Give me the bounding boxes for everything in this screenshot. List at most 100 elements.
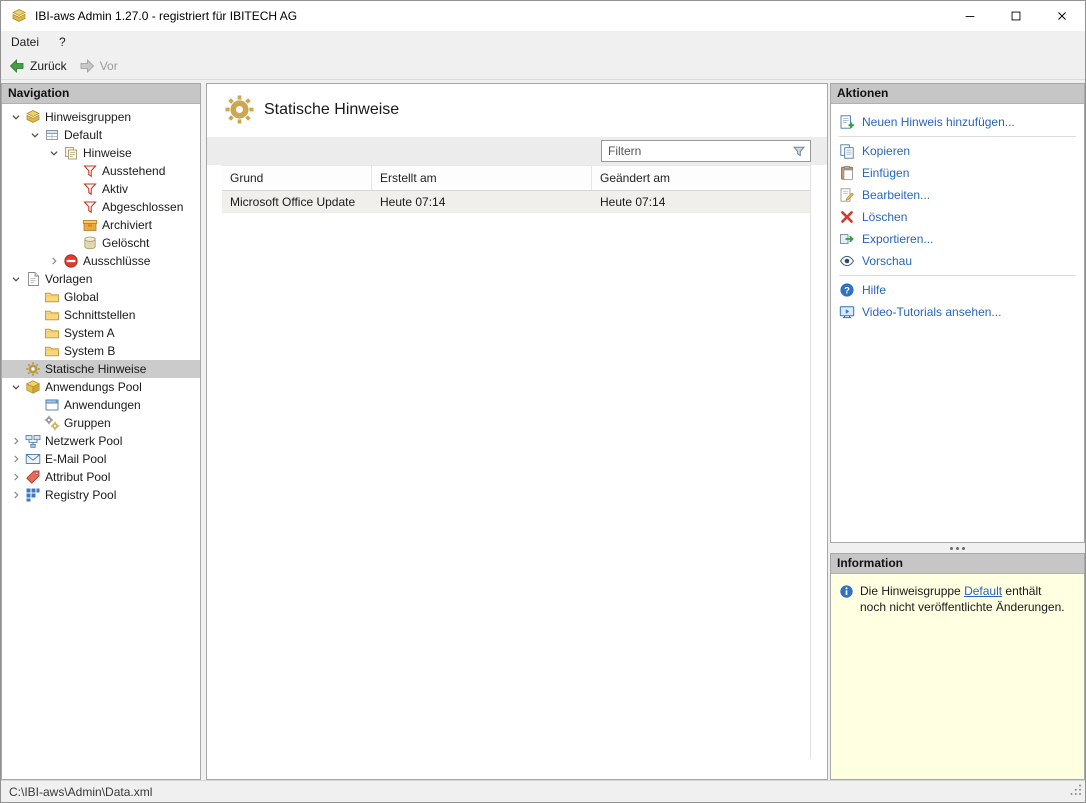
tree-item-label: Hinweise bbox=[83, 146, 132, 160]
filter-input[interactable] bbox=[602, 144, 791, 158]
tree-indent-spacer bbox=[27, 397, 43, 413]
tree-indent-spacer bbox=[27, 289, 43, 305]
tree-item-abgeschlossen[interactable]: Abgeschlossen bbox=[2, 198, 200, 216]
tree-item-ausschluesse[interactable]: Ausschlüsse bbox=[2, 252, 200, 270]
tree-item-label: Netzwerk Pool bbox=[45, 434, 122, 448]
tree-item-system-b[interactable]: System B bbox=[2, 342, 200, 360]
navigation-panel: Navigation Hinweisgruppen Default Hinwei… bbox=[1, 83, 201, 780]
hints-table: Grund Erstellt am Geändert am Microsoft … bbox=[222, 165, 811, 759]
chevron-down-icon[interactable] bbox=[8, 109, 24, 125]
chevron-down-icon[interactable] bbox=[27, 127, 43, 143]
information-message: Die Hinweisgruppe Default enthält noch n… bbox=[860, 583, 1066, 615]
action-export[interactable]: Exportieren... bbox=[831, 228, 1084, 250]
action-help[interactable]: Hilfe bbox=[831, 279, 1084, 301]
chevron-down-icon[interactable] bbox=[8, 271, 24, 287]
minimize-button[interactable] bbox=[947, 1, 993, 31]
export-icon bbox=[839, 231, 855, 247]
tree-item-label: Vorlagen bbox=[45, 272, 92, 286]
column-header-erstellt-am[interactable]: Erstellt am bbox=[372, 166, 592, 190]
action-label: Hilfe bbox=[862, 283, 886, 297]
action-label: Bearbeiten... bbox=[862, 188, 930, 202]
action-delete[interactable]: Löschen bbox=[831, 206, 1084, 228]
filter-box bbox=[601, 140, 811, 162]
tree-item-archiviert[interactable]: Archiviert bbox=[2, 216, 200, 234]
chevron-right-icon[interactable] bbox=[8, 469, 24, 485]
tree-item-label: Gelöscht bbox=[102, 236, 149, 250]
action-label: Exportieren... bbox=[862, 232, 933, 246]
tree-item-vorlagen[interactable]: Vorlagen bbox=[2, 270, 200, 288]
tree-item-label: Ausstehend bbox=[102, 164, 165, 178]
folder-icon bbox=[44, 325, 60, 341]
chevron-right-icon[interactable] bbox=[8, 433, 24, 449]
chevron-right-icon[interactable] bbox=[8, 487, 24, 503]
tree-item-label: Default bbox=[64, 128, 102, 142]
package-icon bbox=[25, 379, 41, 395]
main-panel: Statische Hinweise Grund Erstellt am Geä… bbox=[206, 83, 828, 780]
tree-item-netzwerk-pool[interactable]: Netzwerk Pool bbox=[2, 432, 200, 450]
tree-item-label: Anwendungs Pool bbox=[45, 380, 142, 394]
column-header-grund[interactable]: Grund bbox=[222, 166, 372, 190]
table-row[interactable]: Microsoft Office Update Heute 07:14 Heut… bbox=[222, 191, 810, 213]
panel-splitter-handle[interactable] bbox=[830, 543, 1085, 553]
action-copy[interactable]: Kopieren bbox=[831, 140, 1084, 162]
folder-icon bbox=[44, 343, 60, 359]
chevron-down-icon[interactable] bbox=[46, 145, 62, 161]
action-add-hint[interactable]: Neuen Hinweis hinzufügen... bbox=[831, 111, 1084, 133]
tree-indent-spacer bbox=[65, 235, 81, 251]
gears-icon bbox=[44, 415, 60, 431]
eye-icon bbox=[839, 253, 855, 269]
forward-arrow-icon bbox=[79, 58, 95, 74]
video-icon bbox=[839, 304, 855, 320]
notes-stack-icon bbox=[25, 109, 41, 125]
folder-icon bbox=[44, 289, 60, 305]
information-panel: Information Die Hinweisgruppe Default en… bbox=[830, 553, 1085, 780]
tree-item-aktiv[interactable]: Aktiv bbox=[2, 180, 200, 198]
chevron-right-icon[interactable] bbox=[8, 451, 24, 467]
filter-funnel-icon bbox=[82, 199, 98, 215]
tree-item-ausstehend[interactable]: Ausstehend bbox=[2, 162, 200, 180]
forward-button[interactable]: Vor bbox=[79, 58, 118, 74]
tree-item-gruppen[interactable]: Gruppen bbox=[2, 414, 200, 432]
menu-item-help[interactable]: ? bbox=[49, 31, 76, 53]
tree-item-email-pool[interactable]: E-Mail Pool bbox=[2, 450, 200, 468]
action-label: Vorschau bbox=[862, 254, 912, 268]
delete-x-icon bbox=[839, 209, 855, 225]
tree-item-global[interactable]: Global bbox=[2, 288, 200, 306]
notes-icon bbox=[63, 145, 79, 161]
back-button[interactable]: Zurück bbox=[9, 58, 67, 74]
resize-grip[interactable] bbox=[1069, 783, 1082, 799]
tree-item-hinweise[interactable]: Hinweise bbox=[2, 144, 200, 162]
tree-item-label: Schnittstellen bbox=[64, 308, 135, 322]
mail-icon bbox=[25, 451, 41, 467]
action-label: Video-Tutorials ansehen... bbox=[862, 305, 1001, 319]
tree-item-geloescht[interactable]: Gelöscht bbox=[2, 234, 200, 252]
chevron-down-icon[interactable] bbox=[8, 379, 24, 395]
chevron-right-icon[interactable] bbox=[46, 253, 62, 269]
action-paste[interactable]: Einfügen bbox=[831, 162, 1084, 184]
tree-item-default[interactable]: Default bbox=[2, 126, 200, 144]
tree-item-attribut-pool[interactable]: Attribut Pool bbox=[2, 468, 200, 486]
tree-item-anwendungen[interactable]: Anwendungen bbox=[2, 396, 200, 414]
tree-item-hinweisgruppen[interactable]: Hinweisgruppen bbox=[2, 108, 200, 126]
navigation-tree: Hinweisgruppen Default Hinweise Ausstehe… bbox=[2, 104, 200, 779]
actions-separator bbox=[839, 136, 1076, 137]
filter-funnel-icon[interactable] bbox=[791, 143, 807, 159]
menu-item-datei[interactable]: Datei bbox=[1, 31, 49, 53]
toolbar: Zurück Vor bbox=[1, 53, 1085, 80]
app-logo-icon bbox=[11, 8, 27, 24]
tree-item-anwendungs-pool[interactable]: Anwendungs Pool bbox=[2, 378, 200, 396]
paste-icon bbox=[839, 165, 855, 181]
action-video-tutorials[interactable]: Video-Tutorials ansehen... bbox=[831, 301, 1084, 323]
tree-item-schnittstellen[interactable]: Schnittstellen bbox=[2, 306, 200, 324]
hint-group-link[interactable]: Default bbox=[964, 584, 1002, 598]
action-preview[interactable]: Vorschau bbox=[831, 250, 1084, 272]
tree-item-system-a[interactable]: System A bbox=[2, 324, 200, 342]
tree-item-statische-hinweise[interactable]: Statische Hinweise bbox=[2, 360, 200, 378]
maximize-button[interactable] bbox=[993, 1, 1039, 31]
tree-item-registry-pool[interactable]: Registry Pool bbox=[2, 486, 200, 504]
close-button[interactable] bbox=[1039, 1, 1085, 31]
action-edit[interactable]: Bearbeiten... bbox=[831, 184, 1084, 206]
column-header-geaendert-am[interactable]: Geändert am bbox=[592, 166, 810, 190]
menu-bar: Datei ? bbox=[1, 31, 1085, 53]
minimize-icon bbox=[963, 9, 977, 23]
